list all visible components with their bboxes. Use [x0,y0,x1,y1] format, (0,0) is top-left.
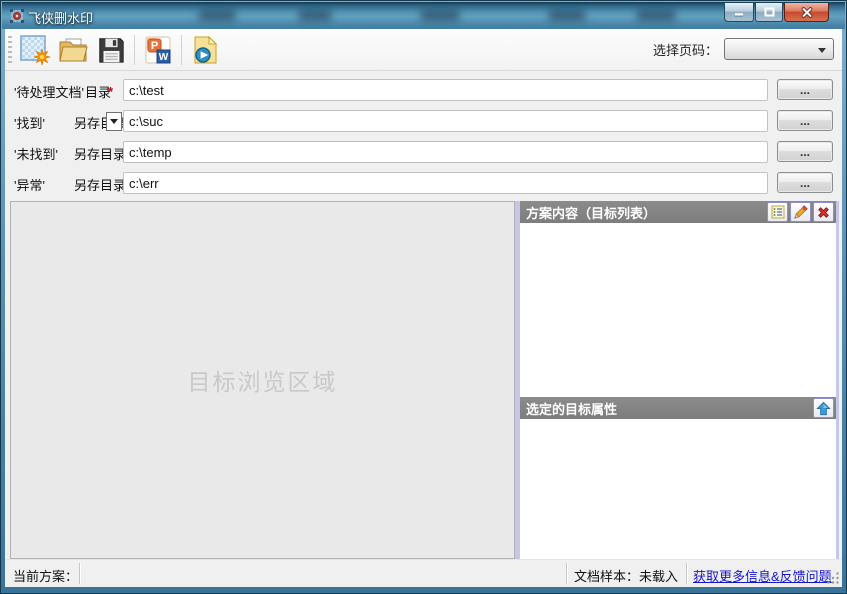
chevron-down-icon [818,48,826,53]
office-doc-icon: P W [142,34,174,66]
target-browse-area[interactable]: 目标浏览区域 [10,201,515,559]
titlebar[interactable]: 飞侠删水印 [2,2,845,30]
props-panel-header: 选定的目标属性 [520,397,836,419]
maximize-button[interactable] [755,3,783,22]
notfound-dir-input[interactable] [123,141,768,163]
plan-panel-title: 方案内容（目标列表） [526,203,656,222]
delete-target-button[interactable] [813,202,834,222]
glass-reflection [636,10,676,21]
pending-docs-row: '待处理文档'目录 * ... [5,79,842,101]
new-target-button[interactable] [17,32,53,68]
page-select-combo[interactable] [724,38,834,60]
statusbar-separator [79,563,80,584]
close-button[interactable] [784,3,829,22]
run-doc-button[interactable] [187,32,223,68]
app-icon [9,8,25,24]
plan-target-list[interactable] [520,223,833,395]
office-doc-button[interactable]: P W [140,32,176,68]
props-panel-title: 选定的目标属性 [526,399,617,418]
delete-x-icon [816,205,831,220]
current-plan-label: 当前方案： [13,566,78,585]
notfound-dir-browse-button[interactable]: ... [777,141,833,162]
window-frame: 飞侠删水印 [0,0,847,594]
error-dir-browse-button[interactable]: ... [777,172,833,193]
up-arrow-icon [816,401,831,416]
pending-docs-label: '待处理文档'目录 [14,82,111,101]
chevron-down-icon [110,119,118,124]
svg-text:W: W [159,52,169,63]
error-dir-input[interactable] [123,172,768,194]
glass-reflection [420,10,460,21]
glass-reflection [198,10,236,21]
list-icon [771,205,785,219]
error-dir-label: '异常'另存目录 [14,175,126,194]
pending-docs-dir-input[interactable] [123,79,768,101]
feedback-link[interactable]: 获取更多信息&反馈问题 [693,566,832,585]
open-folder-icon [57,34,89,66]
toolbar-separator [181,35,182,65]
client-area: P W 选择页码： [5,29,842,587]
toolbar-separator [134,35,135,65]
new-target-icon [19,34,51,66]
edit-target-button[interactable] [790,202,811,222]
toolbar: P W 选择页码： [5,29,842,71]
statusbar-separator [566,563,567,584]
found-dir-browse-button[interactable]: ... [777,110,833,131]
browse-area-placeholder: 目标浏览区域 [188,363,338,397]
window-title: 飞侠删水印 [28,8,93,27]
doc-sample-status: 文档样本：未载入 [574,566,678,585]
statusbar-separator [686,563,687,584]
open-folder-button[interactable] [55,32,91,68]
glass-reflection [548,10,586,21]
page-select-label: 选择页码： [653,40,718,59]
plan-panel-header: 方案内容（目标列表） [520,201,836,223]
save-button[interactable] [93,32,129,68]
pending-docs-browse-button[interactable]: ... [777,79,833,100]
notfound-dir-row: '未找到'另存目录 ... [5,141,842,163]
apply-up-button[interactable] [813,398,834,418]
selected-target-properties[interactable] [520,419,833,559]
run-doc-icon [189,34,221,66]
statusbar: 当前方案： 文档样本：未载入 获取更多信息&反馈问题 [5,559,842,587]
found-dir-dropdown-button[interactable] [106,112,122,131]
save-icon [96,35,126,65]
minimize-button[interactable] [724,3,754,22]
found-dir-input[interactable] [123,110,768,132]
error-dir-row: '异常'另存目录 ... [5,172,842,194]
found-dir-row: '找到'另存目录 ... [5,110,842,132]
notfound-dir-label: '未找到'另存目录 [14,144,126,163]
required-asterisk: * [108,84,113,99]
right-panel: 方案内容（目标列表） [520,201,839,559]
resize-grip[interactable] [827,572,840,585]
toolbar-grip[interactable] [8,36,12,64]
pencil-icon [793,205,808,220]
plan-list-button[interactable] [767,202,788,222]
glass-reflection [298,10,332,21]
